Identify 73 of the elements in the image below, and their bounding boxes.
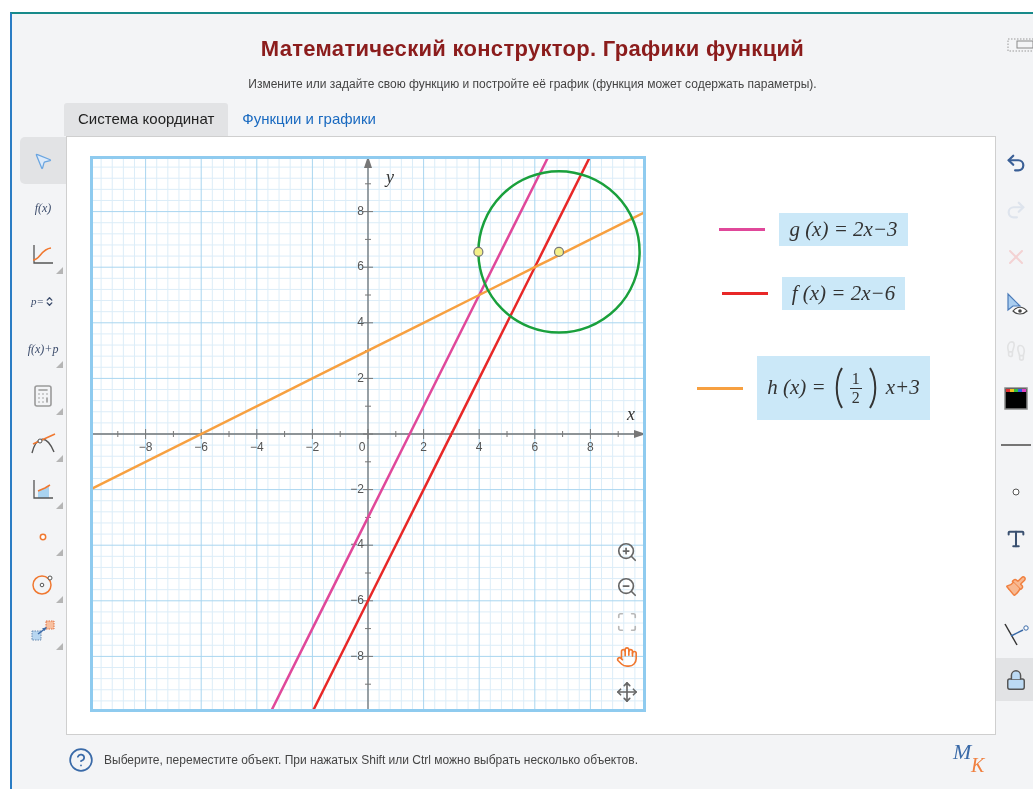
left-parenthesis-icon <box>833 367 844 409</box>
function-formula[interactable]: f (x) = 2x−6 <box>781 277 906 310</box>
fullscreen-icon[interactable] <box>1007 38 1033 52</box>
function-formula[interactable]: g (x) = 2x−3 <box>779 213 908 246</box>
tool-button[interactable]: p= <box>20 278 66 325</box>
formula-text: x+3 <box>885 374 920 402</box>
axis-tick-label: −6 <box>350 592 364 607</box>
line-style-icon <box>1000 442 1031 447</box>
tool-button[interactable]: f(x) <box>20 184 66 231</box>
axis-tick-label: −8 <box>138 440 153 454</box>
axis-tick-label: 6 <box>531 440 539 454</box>
fit-view-icon <box>616 611 638 633</box>
zoom-in-icon <box>616 541 638 563</box>
function-line[interactable] <box>269 156 550 712</box>
axis-tick-label: 4 <box>357 314 364 329</box>
point-marker[interactable] <box>473 246 484 257</box>
logo-letter: М <box>953 741 972 763</box>
zoom-out-icon <box>616 576 638 598</box>
right-parenthesis-icon <box>867 367 878 409</box>
point-marker[interactable] <box>553 246 565 257</box>
corner-triangle-icon <box>56 549 63 556</box>
fraction-denominator: 2 <box>851 388 860 407</box>
tool-label: f(x)+p <box>27 340 59 358</box>
help-icon[interactable] <box>68 747 94 773</box>
tab[interactable]: Функции и графики <box>228 103 390 136</box>
corner-triangle-icon <box>56 267 63 274</box>
corner-triangle-icon <box>56 361 63 368</box>
calculator-icon <box>31 383 55 408</box>
color-palette-icon <box>1003 385 1028 410</box>
x-axis-title: x <box>627 404 635 424</box>
tab[interactable]: Система координат <box>64 103 229 136</box>
axis-tick-label: 8 <box>587 440 594 454</box>
view-tool-button[interactable] <box>614 680 640 704</box>
tool-label: f(x) <box>34 199 52 217</box>
corner-triangle-icon <box>56 455 63 462</box>
axis-tick-label: 6 <box>357 259 364 274</box>
point-size-icon <box>1011 487 1020 496</box>
formula-text: h (x) = <box>767 374 826 402</box>
axis-tick-label: −8 <box>350 648 364 663</box>
tangent-curve-icon <box>30 431 56 454</box>
status-text: Выберите, переместите объект. При нажатых Shift или Ctrl можно выбрать несколько объектов. <box>104 752 638 769</box>
corner-triangle-icon <box>56 408 63 415</box>
hand-icon <box>616 646 638 668</box>
axis-tick-label: 0 <box>358 440 366 454</box>
circle-icon <box>31 572 55 595</box>
page-subtitle: Измените или задайте свою функцию и постройте её график (функция может содержать параметры). <box>248 76 817 93</box>
page-title: Математический конструктор. Графики функций <box>260 35 805 63</box>
function-formula[interactable]: h (x) = 1 2 x+3 <box>757 356 930 420</box>
axis-tick-label: 2 <box>357 370 364 385</box>
corner-triangle-icon <box>56 502 63 509</box>
tool-label: p= <box>31 294 44 310</box>
axis-tick-label: −2 <box>305 440 320 454</box>
axis-tick-label: −2 <box>350 481 364 496</box>
center-arrows-icon <box>616 681 638 703</box>
axis-tick-label: −4 <box>249 440 264 454</box>
view-tool-button[interactable] <box>614 645 640 669</box>
area-graph-icon <box>31 478 55 501</box>
axis-tick-label: −6 <box>194 440 209 454</box>
fraction-numerator: 1 <box>851 369 860 388</box>
brush-icon <box>1004 574 1027 597</box>
logo-letter: К <box>971 755 985 775</box>
axis-tick-label: 4 <box>475 440 483 454</box>
point-icon <box>39 532 47 541</box>
axis-tick-label: 2 <box>420 440 427 454</box>
curve-graph-icon <box>31 243 55 266</box>
tool-button[interactable]: f(x)+p <box>20 325 66 372</box>
lock-icon <box>1004 668 1027 691</box>
circle-shape[interactable] <box>477 170 641 334</box>
transform-icon <box>31 619 55 642</box>
axis-tick-label: 8 <box>357 203 364 218</box>
y-axis-title: y <box>386 167 394 187</box>
corner-triangle-icon <box>56 643 63 650</box>
corner-triangle-icon <box>56 596 63 603</box>
